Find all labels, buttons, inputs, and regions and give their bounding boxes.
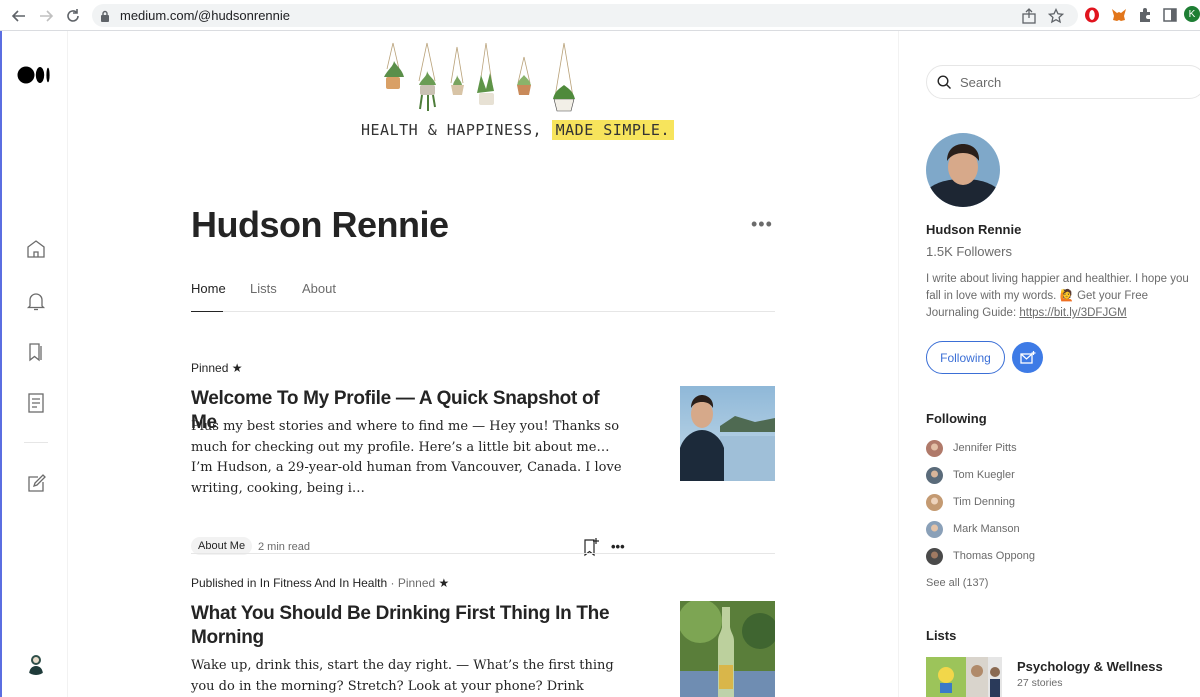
address-bar[interactable]: medium.com/@hudsonrennie (92, 4, 1078, 27)
banner-tagline-highlight: MADE SIMPLE. (551, 120, 674, 140)
pinned-text: · Pinned (390, 576, 436, 590)
list-story-count: 27 stories (1017, 677, 1063, 689)
following-avatar (926, 439, 943, 457)
article-excerpt[interactable]: Wake up, drink this, start the day right… (191, 656, 631, 697)
profile-tabs: Home Lists About (191, 281, 775, 312)
article-divider (191, 553, 775, 554)
share-icon[interactable] (1021, 8, 1037, 24)
following-item[interactable]: Mark Manson (926, 520, 1020, 538)
reload-icon[interactable] (62, 5, 84, 27)
stories-icon[interactable] (24, 391, 48, 415)
save-bookmark-icon[interactable] (582, 537, 600, 557)
following-name[interactable]: Mark Manson (953, 523, 1020, 535)
banner-tagline-plain: HEALTH & HAPPINESS, (361, 121, 543, 139)
browser-toolbar: medium.com/@hudsonrennie K (0, 0, 1200, 31)
lock-icon (100, 9, 110, 27)
bio-link[interactable]: https://bit.ly/3DFJGM (1019, 307, 1126, 319)
article-thumbnail[interactable] (680, 601, 775, 697)
active-tab-indicator (191, 311, 223, 312)
following-item[interactable]: Thomas Oppong (926, 547, 1035, 565)
pinned-text: Pinned (191, 361, 229, 375)
profile-main: HEALTH & HAPPINESS, MADE SIMPLE. Hudson … (69, 31, 898, 697)
following-avatar (926, 466, 943, 484)
search-input[interactable]: Search (926, 65, 1200, 99)
followers-count[interactable]: 1.5K Followers (926, 244, 1012, 259)
profile-name: Hudson Rennie (191, 204, 449, 245)
following-name[interactable]: Tom Kuegler (953, 469, 1015, 481)
notifications-bell-icon[interactable] (24, 289, 48, 313)
right-sidebar: Search Hudson Rennie 1.5K Followers I wr… (898, 31, 1200, 697)
bookmark-star-icon[interactable] (1047, 7, 1065, 24)
search-icon (937, 75, 952, 95)
library-bookmark-icon[interactable] (24, 340, 48, 364)
tab-about[interactable]: About (302, 281, 336, 296)
write-icon[interactable] (24, 472, 48, 496)
following-item[interactable]: Tom Kuegler (926, 466, 1015, 484)
list-title[interactable]: Psychology & Wellness (1017, 659, 1163, 674)
following-name[interactable]: Jennifer Pitts (953, 442, 1017, 454)
medium-logo-icon[interactable] (17, 63, 53, 87)
article-card[interactable]: Published in In Fitness And In Health · … (191, 576, 775, 697)
search-placeholder: Search (960, 75, 1002, 90)
profile-bio: I write about living happier and healthi… (926, 271, 1198, 322)
following-name[interactable]: Tim Denning (953, 496, 1015, 508)
profile-avatar[interactable] (926, 133, 1000, 207)
tab-lists[interactable]: Lists (250, 281, 277, 296)
opera-extension-icon[interactable] (1083, 6, 1101, 24)
star-icon: ★ (438, 576, 450, 590)
lists-heading: Lists (926, 628, 957, 643)
profile-more-button[interactable]: ••• (751, 214, 773, 235)
home-icon[interactable] (24, 237, 48, 261)
side-panel-icon[interactable] (1161, 6, 1179, 24)
following-name[interactable]: Thomas Oppong (953, 550, 1035, 562)
following-heading: Following (926, 411, 987, 426)
back-icon[interactable] (8, 5, 30, 27)
following-item[interactable]: Tim Denning (926, 493, 1015, 511)
article-thumbnail[interactable] (680, 386, 775, 481)
rail-divider (24, 442, 48, 443)
following-avatar (926, 493, 943, 511)
forward-icon[interactable] (35, 5, 57, 27)
sidebar-profile-name[interactable]: Hudson Rennie (926, 222, 1021, 237)
pinned-label: Pinned ★ (191, 361, 242, 375)
extensions-icon[interactable] (1136, 6, 1154, 24)
publication-link[interactable]: In Fitness And In Health (260, 576, 387, 590)
list-preview-images[interactable] (926, 657, 1002, 697)
see-all-link[interactable]: See all (137) (926, 577, 988, 589)
browser-profile-avatar[interactable]: K (1184, 6, 1200, 22)
following-avatar (926, 520, 943, 538)
mail-plus-icon (1019, 350, 1035, 364)
following-avatar (926, 547, 943, 565)
metamask-extension-icon[interactable] (1110, 6, 1128, 24)
user-avatar[interactable] (24, 651, 48, 675)
banner-tagline: HEALTH & HAPPINESS, MADE SIMPLE. (361, 120, 674, 140)
article-card[interactable]: Pinned ★ Welcome To My Profile — A Quick… (191, 361, 775, 557)
left-rail (0, 31, 68, 697)
article-more-button[interactable]: ••• (611, 539, 625, 554)
published-prefix: Published in (191, 576, 257, 590)
publication-line: Published in In Fitness And In Health · … (191, 576, 449, 590)
star-icon: ★ (231, 361, 243, 375)
following-button[interactable]: Following (926, 341, 1005, 374)
subscribe-email-button[interactable] (1012, 342, 1043, 373)
article-excerpt[interactable]: Plus my best stories and where to find m… (191, 417, 631, 499)
article-title[interactable]: What You Should Be Drinking First Thing … (191, 602, 621, 650)
profile-banner: HEALTH & HAPPINESS, MADE SIMPLE. (359, 41, 674, 156)
read-time: 2 min read (258, 541, 310, 553)
hanging-plants-illustration (384, 42, 575, 112)
following-item[interactable]: Jennifer Pitts (926, 439, 1017, 457)
tab-home[interactable]: Home (191, 281, 226, 296)
url-text: medium.com/@hudsonrennie (120, 8, 291, 23)
